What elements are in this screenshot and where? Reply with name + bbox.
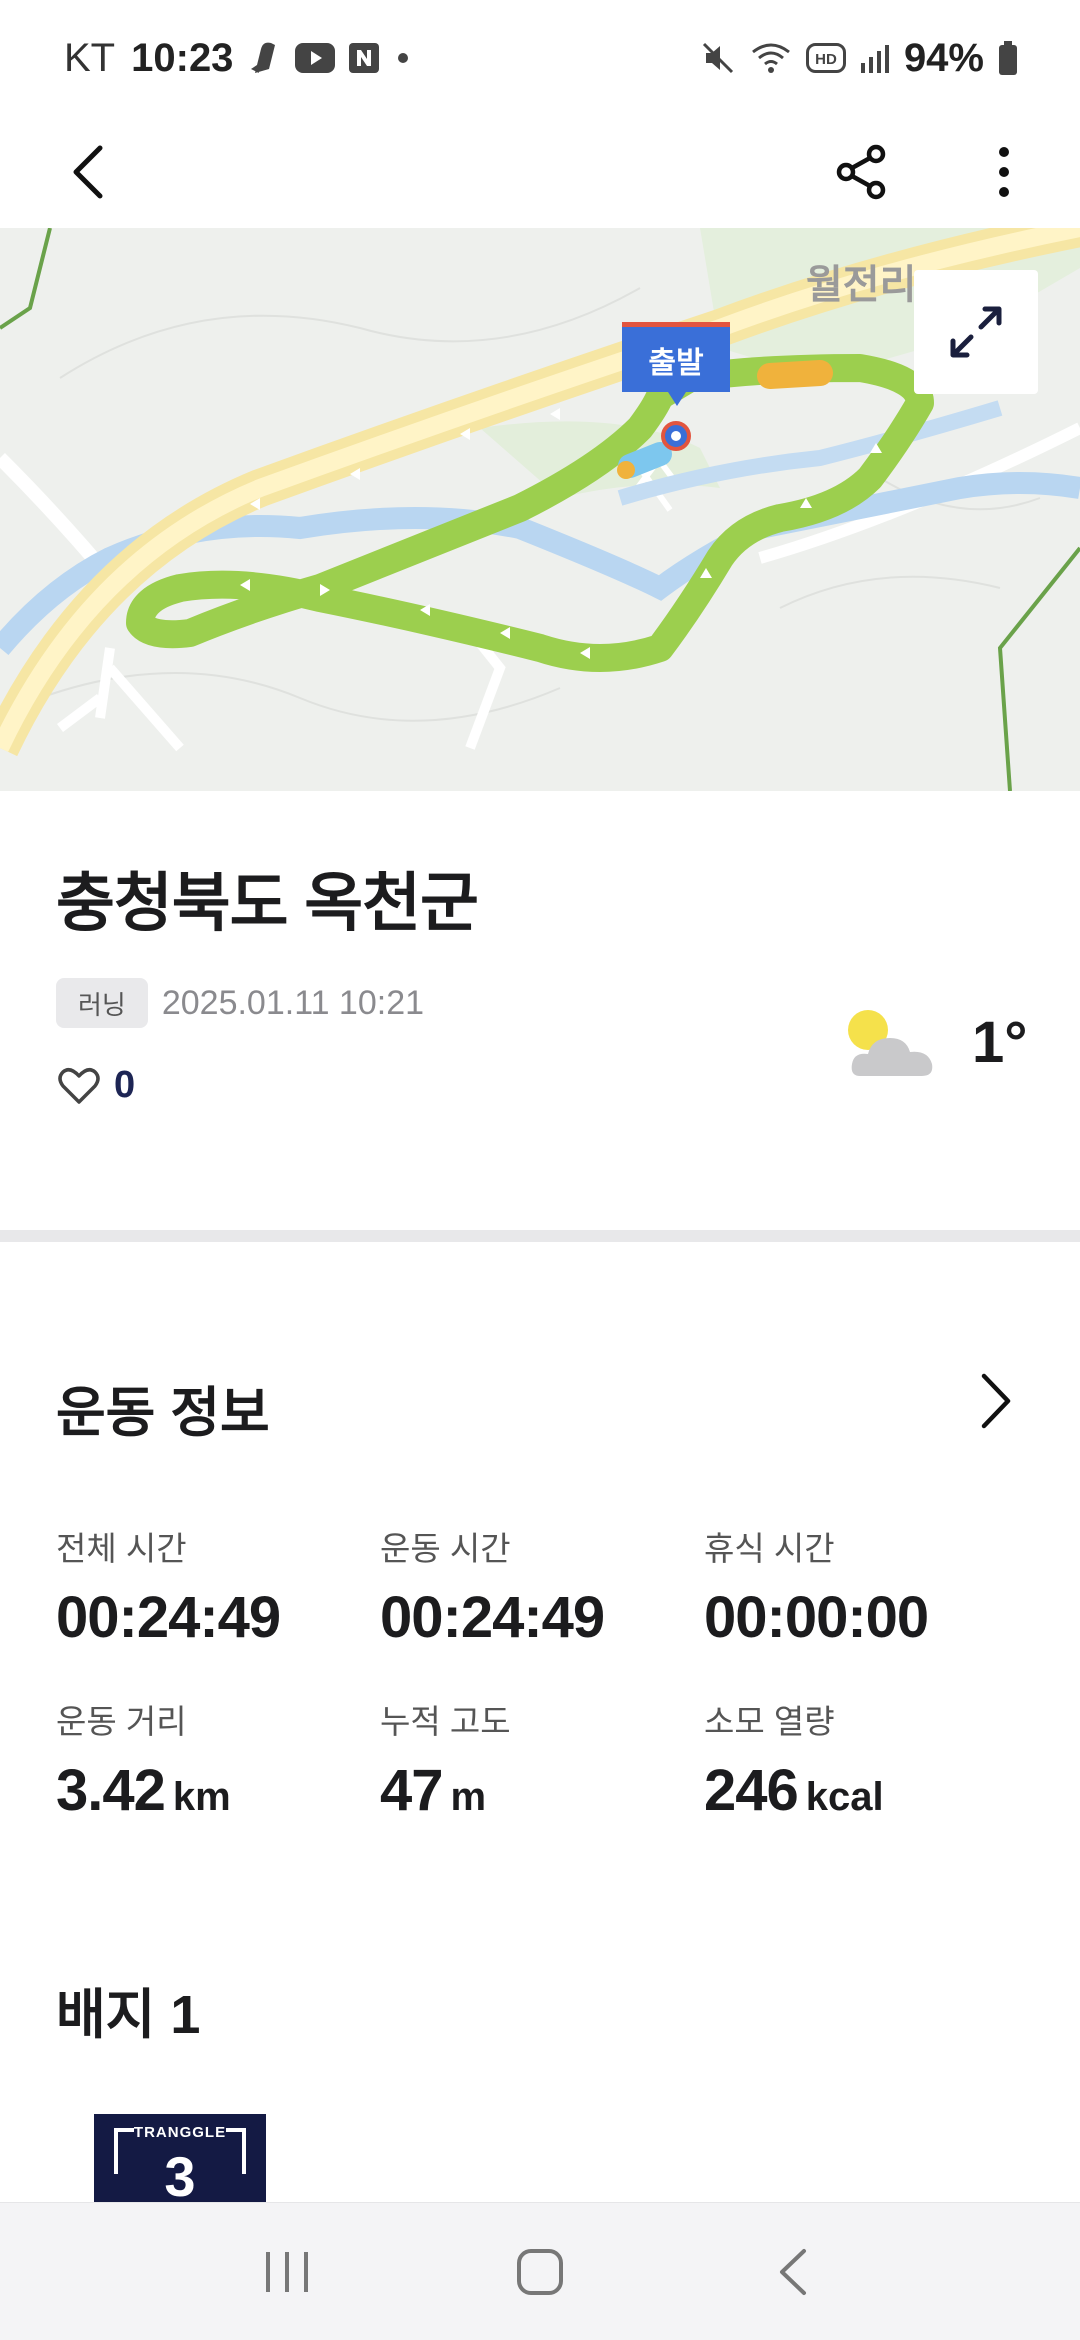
badge-number: 3: [164, 2145, 196, 2208]
dot-icon: [393, 48, 413, 68]
hd-icon: HD: [805, 43, 846, 73]
stat-rest-time: 휴식 시간 00:00:00: [704, 1522, 1028, 1651]
clock-time: 10:23: [131, 35, 234, 80]
temperature: 1°: [972, 1009, 1028, 1075]
stat-label: 누적 고도: [380, 1703, 511, 1740]
system-back-button[interactable]: [743, 2222, 843, 2322]
notification-app-icon: [247, 39, 281, 77]
stat-unit: km: [172, 1775, 231, 1819]
activity-type-tag: 러닝: [56, 978, 148, 1028]
stat-value: 00:24:49: [380, 1585, 605, 1650]
app-bar-actions: [826, 136, 1040, 208]
stat-value: 00:00:00: [704, 1585, 929, 1650]
back-icon: [780, 2248, 807, 2295]
share-button[interactable]: [826, 136, 898, 208]
stat-elevation: 누적 고도 47 m: [380, 1695, 704, 1824]
svg-text:HD: HD: [815, 51, 837, 68]
activity-location-title: 충청북도 옥천군: [56, 867, 479, 939]
battery-icon: [998, 41, 1018, 75]
home-icon: [516, 2248, 563, 2295]
badges-title: 배지 1: [56, 1985, 201, 2045]
mute-icon: [700, 40, 736, 76]
wifi-icon: [750, 40, 792, 76]
section-divider: [0, 1230, 1080, 1242]
heart-icon: [58, 1067, 100, 1104]
stat-value: 00:24:49: [56, 1585, 281, 1650]
route-map[interactable]: 월전리 출발: [0, 228, 1080, 791]
stat-distance: 운동 거리 3.42 km: [56, 1695, 380, 1824]
stat-value: 3.42: [56, 1758, 166, 1823]
stat-unit: kcal: [805, 1775, 884, 1819]
start-marker-label: 출발: [622, 322, 730, 406]
naver-icon: [349, 43, 380, 73]
badge-brand: TRANGGLE: [133, 2124, 227, 2141]
recent-apps-icon: [265, 2251, 308, 2292]
stat-value: 47: [380, 1758, 444, 1823]
stat-label: 운동 거리: [56, 1703, 187, 1740]
back-button[interactable]: [52, 136, 124, 208]
stat-total-time: 전체 시간 00:24:49: [56, 1522, 380, 1651]
stat-label: 소모 열량: [704, 1703, 835, 1740]
stat-value: 246: [704, 1758, 799, 1823]
weather-info: 1°: [846, 1006, 1027, 1078]
activity-datetime: 2025.01.11 10:21: [161, 983, 425, 1022]
recent-apps-button[interactable]: [237, 2222, 337, 2322]
stat-exercise-time: 운동 시간 00:24:49: [380, 1522, 704, 1651]
youtube-icon: [295, 43, 336, 73]
exercise-stats-grid: 전체 시간 00:24:49 운동 시간 00:24:49 휴식 시간 00:0…: [56, 1522, 1036, 1824]
stat-calories: 소모 열량 246 kcal: [704, 1695, 1028, 1824]
share-icon: [836, 144, 886, 200]
more-vertical-icon: [999, 147, 1009, 197]
home-button[interactable]: [490, 2222, 590, 2322]
stat-label: 운동 시간: [380, 1530, 511, 1567]
chevron-right-icon: [981, 1373, 1011, 1429]
stat-label: 전체 시간: [56, 1530, 187, 1567]
like-button[interactable]: 0: [58, 1064, 135, 1107]
battery-percent: 94%: [903, 35, 984, 80]
system-nav-bar: [0, 2202, 1080, 2340]
stat-unit: m: [450, 1775, 487, 1819]
expand-icon: [950, 306, 1002, 358]
map-expand-button[interactable]: [914, 270, 1038, 394]
activity-detail-screen: KT 10:23 HD 94% 월전리 출발 충청북도 옥천군 러닝 2025.…: [0, 0, 1080, 2340]
app-bar: [0, 116, 1080, 228]
status-bar-left: KT 10:23: [64, 36, 413, 81]
exercise-info-detail-button[interactable]: [966, 1366, 1026, 1436]
exercise-info-title: 운동 정보: [56, 1383, 270, 1443]
more-button[interactable]: [968, 136, 1040, 208]
signal-icon: [860, 43, 890, 73]
like-count: 0: [114, 1064, 136, 1106]
status-bar: KT 10:23 HD 94%: [0, 0, 1080, 116]
partly-cloudy-icon: [848, 1010, 933, 1076]
stat-label: 휴식 시간: [704, 1530, 835, 1567]
activity-meta-row: 러닝 2025.01.11 10:21: [56, 978, 424, 1028]
status-bar-right: HD 94%: [700, 36, 1018, 81]
carrier-label: KT: [64, 35, 116, 80]
map-place-label: 월전리: [806, 263, 917, 307]
back-arrow-icon: [73, 145, 103, 199]
